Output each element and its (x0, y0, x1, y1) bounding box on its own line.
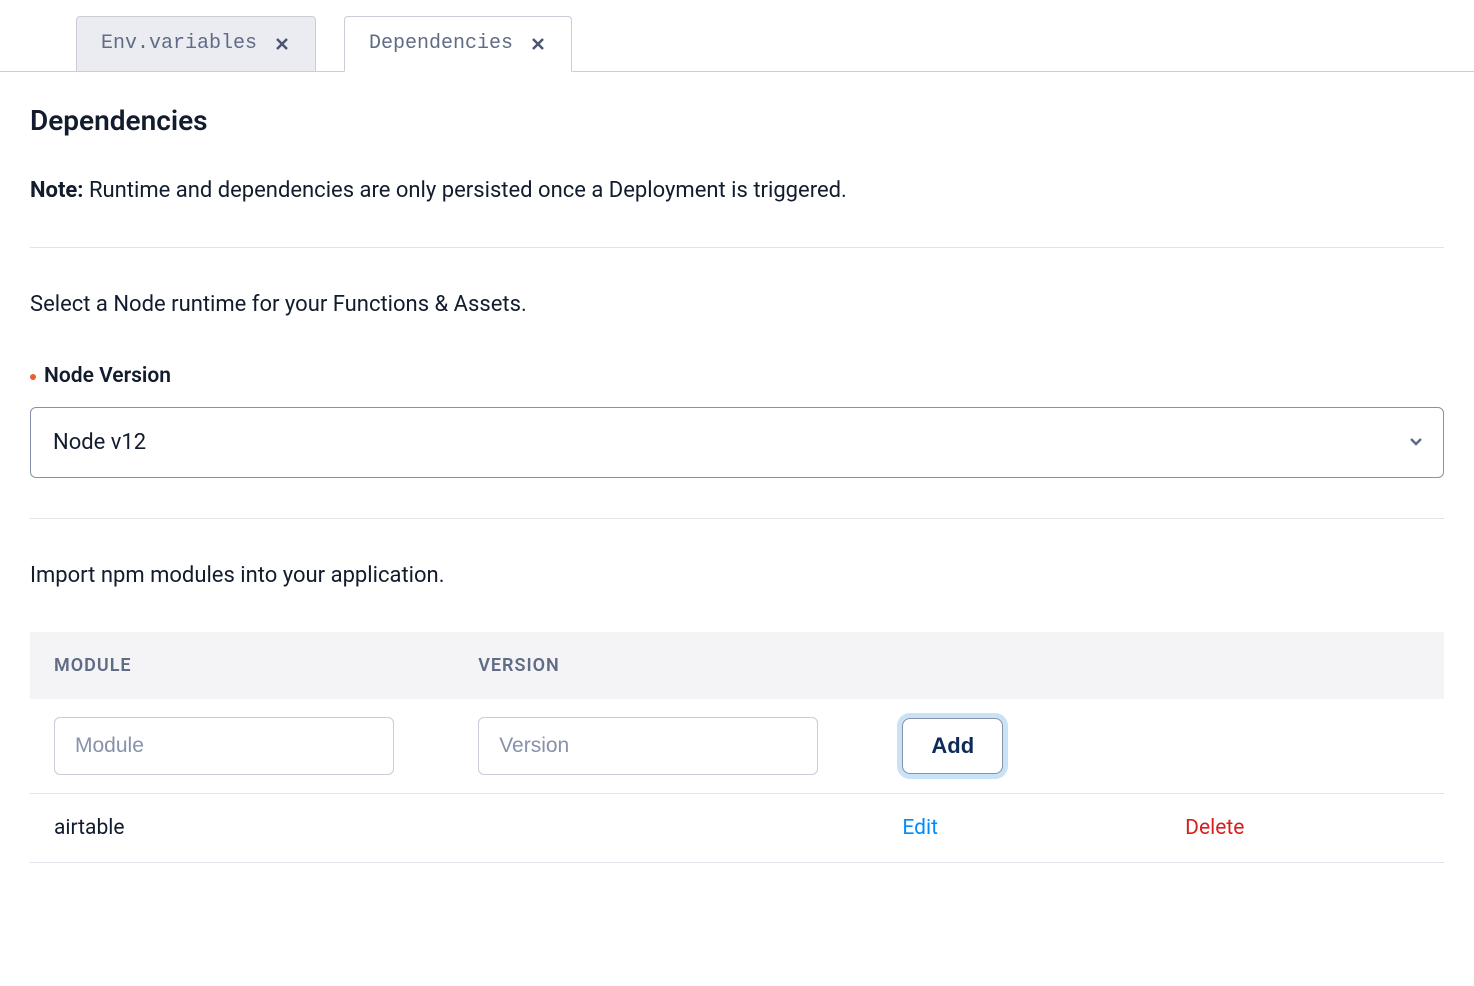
close-icon[interactable] (529, 35, 547, 53)
note-text: Runtime and dependencies are only persis… (89, 178, 847, 203)
divider (30, 247, 1444, 248)
close-icon[interactable] (273, 35, 291, 53)
module-name: airtable (54, 816, 125, 840)
col-header-version: VERSION (454, 632, 878, 699)
delete-link[interactable]: Delete (1185, 816, 1244, 840)
edit-link[interactable]: Edit (902, 816, 938, 840)
tab-content: Dependencies Note: Runtime and dependenc… (0, 72, 1474, 903)
node-version-value: Node v12 (53, 430, 146, 455)
version-input[interactable] (478, 717, 818, 775)
add-button[interactable]: Add (902, 718, 1003, 774)
node-version-select-wrap: Node v12 (30, 407, 1444, 478)
col-header-action2 (1161, 632, 1444, 699)
table-input-row: Add (30, 699, 1444, 794)
tab-dependencies[interactable]: Dependencies (344, 16, 572, 72)
required-indicator-icon (30, 374, 36, 380)
node-version-label-row: Node Version (30, 361, 1444, 393)
col-header-module: MODULE (30, 632, 454, 699)
runtime-intro: Select a Node runtime for your Functions… (30, 288, 1444, 321)
modules-table: MODULE VERSION Add air (30, 632, 1444, 864)
divider (30, 518, 1444, 519)
tab-label: Env.variables (101, 29, 257, 59)
table-header: MODULE VERSION (30, 632, 1444, 699)
node-version-label: Node Version (44, 361, 171, 393)
note-line: Note: Runtime and dependencies are only … (30, 174, 1444, 207)
tab-env-variables[interactable]: Env.variables (76, 16, 316, 72)
note-label: Note: (30, 178, 83, 203)
table-row: airtable Edit Delete (30, 793, 1444, 863)
module-input[interactable] (54, 717, 394, 775)
col-header-action1 (878, 632, 1161, 699)
modules-intro: Import npm modules into your application… (30, 559, 1444, 592)
page-title: Dependencies (30, 100, 1444, 142)
tab-label: Dependencies (369, 29, 513, 59)
tabs-bar: Env.variables Dependencies (0, 0, 1474, 72)
node-version-select[interactable]: Node v12 (30, 407, 1444, 478)
